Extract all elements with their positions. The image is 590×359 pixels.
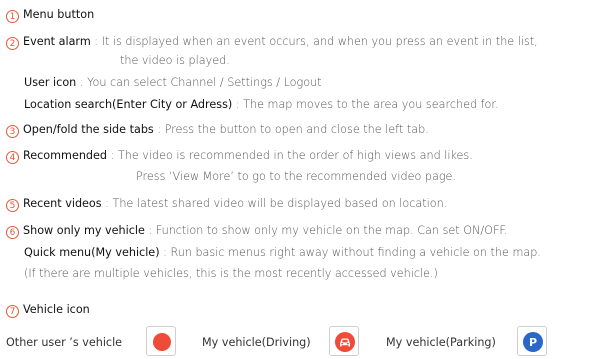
other-user-vehicle-box: [146, 326, 176, 356]
item-term: Recommended: [23, 149, 108, 162]
item-description: You can select Channel / Settings / Logo…: [87, 76, 322, 89]
red-dot-icon: [153, 333, 171, 351]
car-icon: [335, 332, 355, 352]
item-description: The video is recommended in the order of…: [117, 149, 473, 162]
item-description: Function to show only my vehicle on the …: [155, 224, 508, 237]
number-badge: 3: [6, 125, 19, 138]
number-badge: 6: [6, 226, 19, 239]
item-description: The latest shared video will be displaye…: [112, 197, 448, 210]
item-term: Event alarm: [23, 35, 91, 48]
item-term: Quick menu(My vehicle): [24, 246, 160, 259]
item-description: The map moves to the area you searched f…: [243, 98, 499, 111]
item-term: Menu button: [23, 8, 95, 21]
item-side-tabs: 3 Open/fold the side tabs : Press the but…: [6, 122, 429, 138]
parking-icon: P: [523, 332, 543, 352]
item-description-continued: (If there are multiple vehicles, this is…: [24, 267, 438, 280]
item-description: Run basic menus right away without findi…: [170, 246, 541, 259]
vehicle-label-driving: My vehicle(Driving): [202, 336, 311, 349]
item-term: Vehicle icon: [23, 303, 90, 316]
item-event-alarm: 2 Event alarm : It is displayed when an e…: [6, 34, 538, 50]
item-description: Press the button to open and close the l…: [164, 123, 429, 136]
vehicle-label-parking: My vehicle(Parking): [386, 336, 496, 349]
item-term: Show only my vehicle: [23, 224, 145, 237]
item-term: Location search(Enter City or Adress): [24, 98, 233, 111]
item-recent-videos: 5 Recent videos : The latest shared video…: [6, 196, 447, 212]
item-show-only-my-vehicle: 6 Show only my vehicle : Function to show…: [6, 223, 508, 239]
item-vehicle-icon: 7 Vehicle icon: [6, 302, 90, 318]
item-location-search: Location search(Enter City or Adress) : …: [24, 98, 499, 111]
number-badge: 4: [6, 151, 19, 164]
item-term: Recent videos: [23, 197, 102, 210]
number-badge: 5: [6, 199, 19, 212]
parking-vehicle-box: P: [517, 326, 547, 356]
number-badge: 1: [6, 10, 19, 23]
item-description: It is displayed when an event occurs, an…: [101, 35, 538, 48]
item-user-icon: User icon : You can select Channel / Set…: [24, 76, 322, 89]
item-description-continued: the video is played.: [120, 54, 230, 67]
number-badge: 2: [6, 37, 19, 50]
item-recommended: 4 Recommended : The video is recommended …: [6, 148, 473, 164]
item-menu-button: 1 Menu button: [6, 7, 94, 23]
item-quick-menu: Quick menu(My vehicle) : Run basic menus…: [24, 246, 541, 259]
vehicle-label-other-user: Other user ’s vehicle: [6, 336, 123, 349]
vehicle-icon-legend: Other user ’s vehicle My vehicle(Driving…: [6, 322, 586, 358]
item-description-continued: Press ‘View More’ to go to the recommend…: [136, 170, 456, 183]
item-term: Open/fold the side tabs: [23, 123, 154, 136]
item-term: User icon: [24, 76, 77, 89]
parking-glyph: P: [529, 336, 537, 349]
driving-vehicle-box: [329, 326, 359, 356]
number-badge: 7: [6, 305, 19, 318]
